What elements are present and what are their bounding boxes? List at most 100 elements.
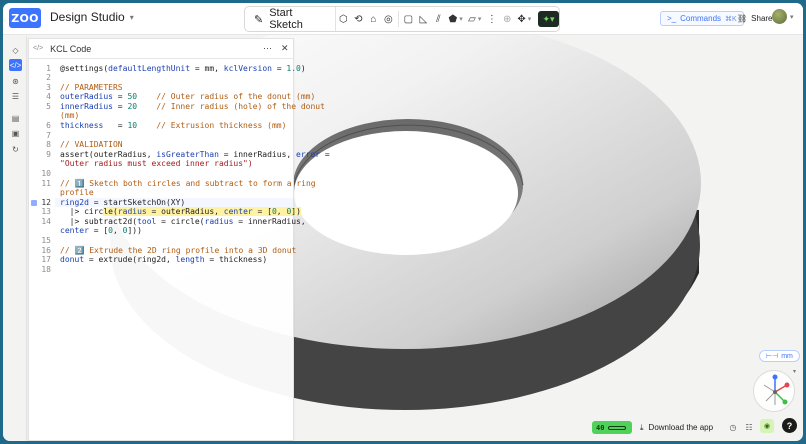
file-icon[interactable]: ▤ [9,112,22,124]
code-token: = thickness) [204,255,268,264]
left-rail: ◇ </> ⊛ ☰ ▤ ▣ ↻ [3,36,27,441]
code-line: |> circle(radius = outerRadius, center =… [60,207,301,217]
project-menu[interactable]: Design Studio ▾ [50,10,134,24]
line-number: 14 [41,217,51,226]
code-token: center [60,226,89,235]
line-number: 17 [41,255,51,264]
code-token: // [60,246,75,255]
line-number: 1 [46,64,51,73]
settings-sliders-icon[interactable]: ☷ [743,421,755,433]
code-token: = [112,92,128,101]
network-icon[interactable]: ◉ [760,419,774,433]
list-icon[interactable]: ☰ [9,90,22,102]
pencil-icon: ✎ [254,13,264,26]
code-token: ) [300,64,306,73]
code-token: = [146,207,162,216]
code-token: // [60,179,75,188]
zoo-logo[interactable]: ZOO [9,8,41,28]
start-sketch-label: Start Sketch [269,7,303,31]
sweep-icon[interactable]: ⌂ [366,7,381,31]
code-token: = extrude(ring2d, [84,255,176,264]
plane-icon[interactable]: ▱ ▾ [465,7,484,31]
code-token: |> circ [60,207,104,216]
unit-selector[interactable]: ⊢⊣ mm [759,350,800,362]
commands-label: Commands [680,14,722,23]
line-number: 4 [46,92,51,101]
download-app-button[interactable]: ⤓ Download the app [640,421,713,434]
download-label: Download the app [648,423,714,432]
line-number: 13 [41,207,51,216]
fps-value: 40 [596,423,605,432]
orientation-gizmo[interactable] [753,370,795,412]
save-icon[interactable]: ▣ [9,127,22,139]
code-token: error [296,150,321,159]
code-token: = circle( [156,217,205,226]
code-token: = [271,64,287,73]
code-line: @settings(defaultLengthUnit = mm, kclVer… [60,64,306,74]
project-name: Design Studio [50,10,125,24]
line-number: 18 [41,265,51,274]
helix-icon[interactable]: ⊕ [500,7,515,31]
history-icon[interactable]: ◷ [727,421,739,433]
ai-icon[interactable]: ✦▾ [537,11,559,27]
feature-tree-icon[interactable]: ◇ [9,44,22,56]
boolean-icon[interactable]: ⬟ ▾ [446,7,466,31]
more-icon[interactable]: ⋯ [263,43,272,54]
code-token: center [223,207,253,216]
move-icon[interactable]: ✥ ▾ [515,7,534,31]
pattern-icon[interactable]: ⋮ [484,7,500,31]
toolbar-divider [397,11,399,27]
line-number: 7 [46,131,51,140]
chevron-down-icon: ▾ [477,16,482,23]
code-token: donut [60,255,85,264]
app-window: ZOO Design Studio ▾ ✎ Start Sketch ⬡ ⟲ ⌂… [3,3,803,441]
code-token: innerRadius [60,102,113,111]
chevron-down-icon[interactable]: ▾ [793,368,796,375]
code-token: , [214,207,224,216]
code-token: Sketch both circles and subtract to form… [84,179,316,188]
line-number: 6 [46,121,51,130]
code-line: donut = extrude(ring2d, length = thickne… [60,255,267,265]
chevron-down-icon: ▾ [459,16,463,23]
download-icon: ⤓ [640,422,644,432]
code-token: |> subtract2d( [60,217,138,226]
shell-icon[interactable]: ⫽ [431,7,446,31]
code-token: ])) [127,226,142,235]
code-icon[interactable]: </> [9,59,22,71]
line-number: 2 [46,73,51,82]
code-token: = [ [88,226,109,235]
avatar[interactable] [772,9,787,24]
help-icon[interactable]: ? [782,418,797,433]
axis-gizmo-graphic [763,374,790,405]
fillet-icon[interactable]: ▢ [401,7,416,31]
extrude-icon[interactable]: ⬡ [336,7,351,31]
code-token: outerRadius [161,207,215,216]
code-line: thickness = 10 // Extrusion thickness (m… [60,121,286,131]
revolve-icon[interactable]: ⟲ [351,7,366,31]
code-token: // Extrusion thickness (mm) [137,121,287,130]
code-token: thickness [60,121,104,130]
code-token: 10 [127,121,138,130]
start-sketch-button[interactable]: ✎ Start Sketch [245,7,336,31]
code-line-wrap: profile [60,188,94,197]
code-token: defaultLengthUnit [108,64,191,73]
loft-icon[interactable]: ◎ [381,7,396,31]
chevron-down-icon[interactable]: ▾ [790,13,794,21]
unit-label: mm [781,352,793,360]
line-number: 11 [41,179,51,188]
refresh-icon[interactable]: ↻ [9,143,22,155]
code-icon: </> [33,45,44,52]
code-token: // Outer radius of the donut (mm) [137,92,316,101]
panel-header: </> KCL Code ⋯ ✕ [29,39,293,59]
fps-bar [608,425,627,430]
code-line: outerRadius = 50 // Outer radius of the … [60,92,315,102]
code-token: 2️⃣ [74,246,85,255]
close-icon[interactable]: ✕ [281,43,289,54]
fps-meter[interactable]: 40 [592,421,632,434]
chamfer-icon[interactable]: ◺ [416,7,431,31]
code-token: , [113,226,123,235]
code-line-wrap: "Outer radius must exceed inner radius") [60,159,253,168]
variables-icon[interactable]: ⊛ [9,75,22,87]
code-token: 50 [127,92,138,101]
code-editor[interactable]: 1 2 3 4 5 6 7 8 9 10 11 12 13 14 15 16 1… [29,59,330,439]
